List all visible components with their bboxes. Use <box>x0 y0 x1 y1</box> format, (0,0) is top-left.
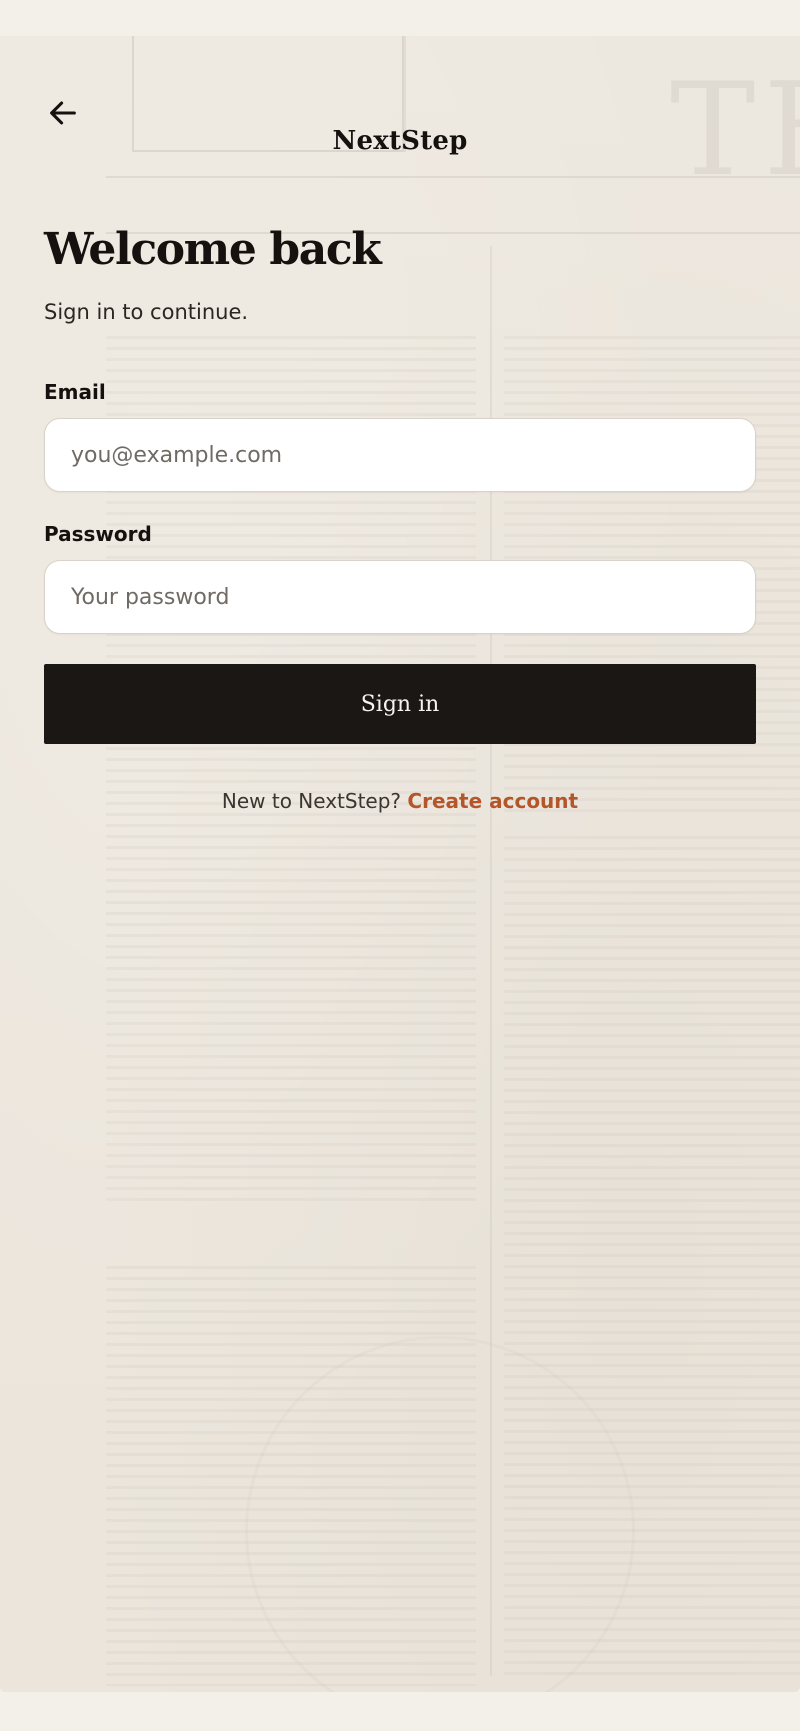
background-veil <box>0 36 800 1692</box>
create-account-link[interactable]: Create account <box>407 789 578 813</box>
email-label: Email <box>44 380 106 404</box>
sign-in-button[interactable]: Sign in <box>44 664 756 744</box>
footer-prompt-text: New to NextStep? <box>221 789 402 813</box>
arrow-left-icon <box>50 101 76 125</box>
page-title: Welcome back <box>44 224 382 275</box>
password-label: Password <box>44 522 152 546</box>
app-screen: TH <box>0 36 800 1692</box>
password-field[interactable] <box>44 560 756 634</box>
page-subtitle: Sign in to continue. <box>44 300 249 324</box>
app-brand-title: NextStep <box>332 126 468 156</box>
create-account-prompt: New to NextStep? Create account <box>0 789 800 813</box>
email-field[interactable] <box>44 418 756 492</box>
